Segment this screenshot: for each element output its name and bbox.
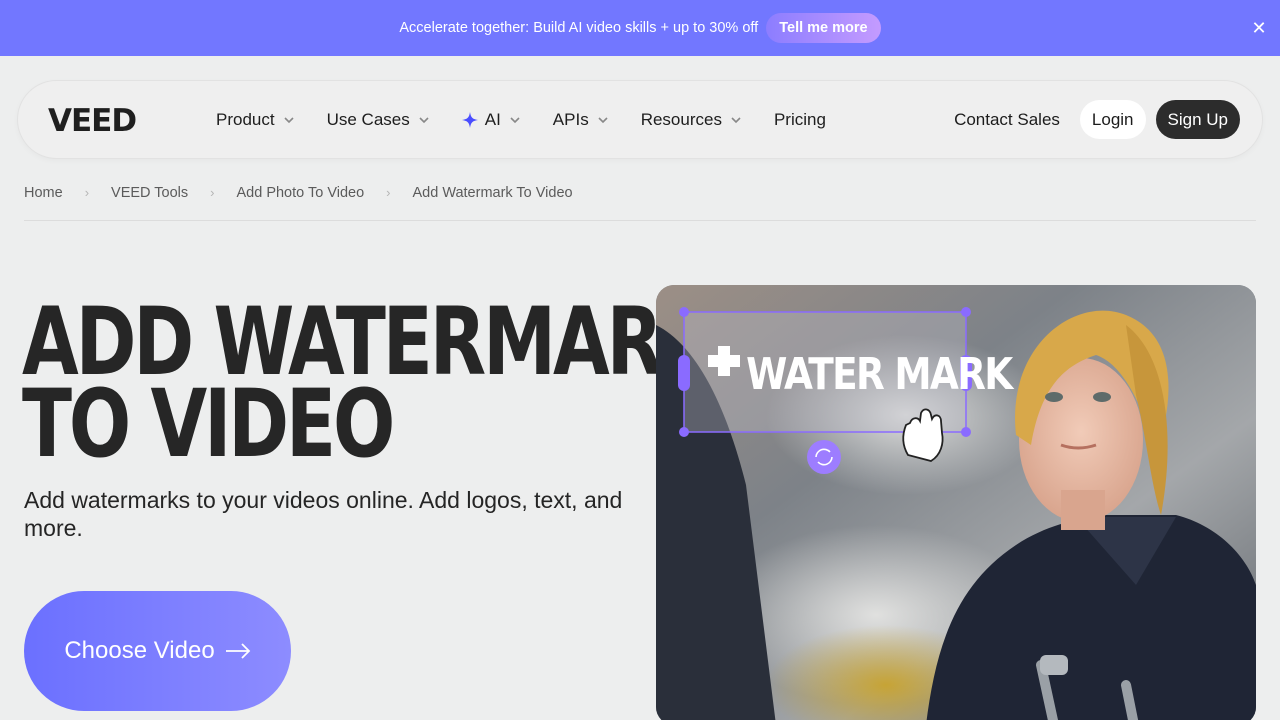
nav-item-label: Pricing — [773, 109, 826, 129]
hero-video-preview: WATER MARK — [656, 285, 1256, 720]
chevron-right-icon: › — [84, 185, 90, 200]
chevron-down-icon — [284, 116, 294, 123]
rotate-handle[interactable] — [807, 440, 841, 474]
hero-subtitle: Add watermarks to your videos online. Ad… — [24, 487, 623, 541]
side-handle[interactable] — [678, 355, 690, 391]
close-icon[interactable]: ✕ — [1248, 17, 1270, 39]
preview-illustration: WATER MARK — [656, 285, 1256, 720]
nav-items: Product Use Cases AI APIs Resources Pric… — [200, 110, 842, 130]
chevron-right-icon: › — [386, 185, 391, 200]
arrow-right-icon — [225, 643, 250, 659]
nav-item-label: Use Cases — [326, 109, 410, 129]
breadcrumb-veed-tools[interactable]: VEED Tools — [111, 185, 188, 220]
chevron-down-icon — [419, 116, 429, 123]
promo-banner: Accelerate together: Build AI video skil… — [0, 0, 1280, 56]
breadcrumb-home[interactable]: Home — [24, 185, 63, 220]
veed-logo[interactable]: VEED — [48, 104, 168, 136]
breadcrumb-current: Add Watermark To Video — [412, 185, 573, 201]
choose-video-button[interactable]: Choose Video — [24, 591, 291, 711]
login-button[interactable]: Login — [1079, 100, 1146, 139]
choose-video-label: Choose Video — [64, 637, 215, 664]
resize-handle[interactable] — [961, 307, 971, 317]
resize-handle[interactable] — [679, 307, 689, 317]
nav-item-pricing[interactable]: Pricing — [758, 110, 842, 130]
wrench-head — [1040, 655, 1068, 675]
breadcrumb: Home › VEED Tools › Add Photo To Video ›… — [24, 185, 1256, 221]
eye-right — [1093, 392, 1111, 402]
chevron-down-icon — [598, 116, 608, 123]
nav-item-apis[interactable]: APIs — [537, 110, 625, 130]
promo-message: Accelerate together: Build AI video skil… — [399, 20, 759, 36]
nav-item-resources[interactable]: Resources — [625, 110, 758, 130]
breadcrumb-add-photo[interactable]: Add Photo To Video — [236, 185, 364, 220]
resize-handle[interactable] — [679, 427, 689, 437]
nav-item-label: Resources — [640, 109, 722, 129]
neck — [1061, 490, 1105, 530]
signup-button[interactable]: Sign Up — [1155, 100, 1240, 139]
contact-sales-link[interactable]: Contact Sales — [944, 110, 1070, 130]
nav-item-use-cases[interactable]: Use Cases — [311, 110, 446, 130]
main-navbar: VEED Product Use Cases AI APIs Resources… — [17, 80, 1263, 159]
watermark-text: WATER MARK — [746, 348, 1014, 400]
eye-left — [1045, 392, 1063, 402]
brand-logo-svg: VEED — [48, 105, 137, 135]
page-title: ADD WATERMARK TO VIDEO — [22, 296, 717, 472]
nav-item-ai[interactable]: AI — [446, 110, 537, 130]
chevron-right-icon: › — [210, 185, 215, 200]
nav-item-label: APIs — [552, 109, 589, 129]
nav-item-label: AI — [484, 109, 501, 129]
promo-cta-button[interactable]: Tell me more — [766, 13, 881, 43]
nav-item-label: Product — [216, 109, 275, 129]
brand-wordmark: VEED — [48, 105, 136, 135]
nav-item-product[interactable]: Product — [200, 110, 311, 130]
sparkle-icon — [461, 111, 478, 128]
chevron-down-icon — [731, 116, 741, 123]
chevron-down-icon — [510, 116, 520, 123]
resize-handle[interactable] — [961, 427, 971, 437]
title-line-2: TO VIDEO — [22, 370, 395, 479]
nav-actions: Contact Sales Login Sign Up — [944, 100, 1240, 139]
